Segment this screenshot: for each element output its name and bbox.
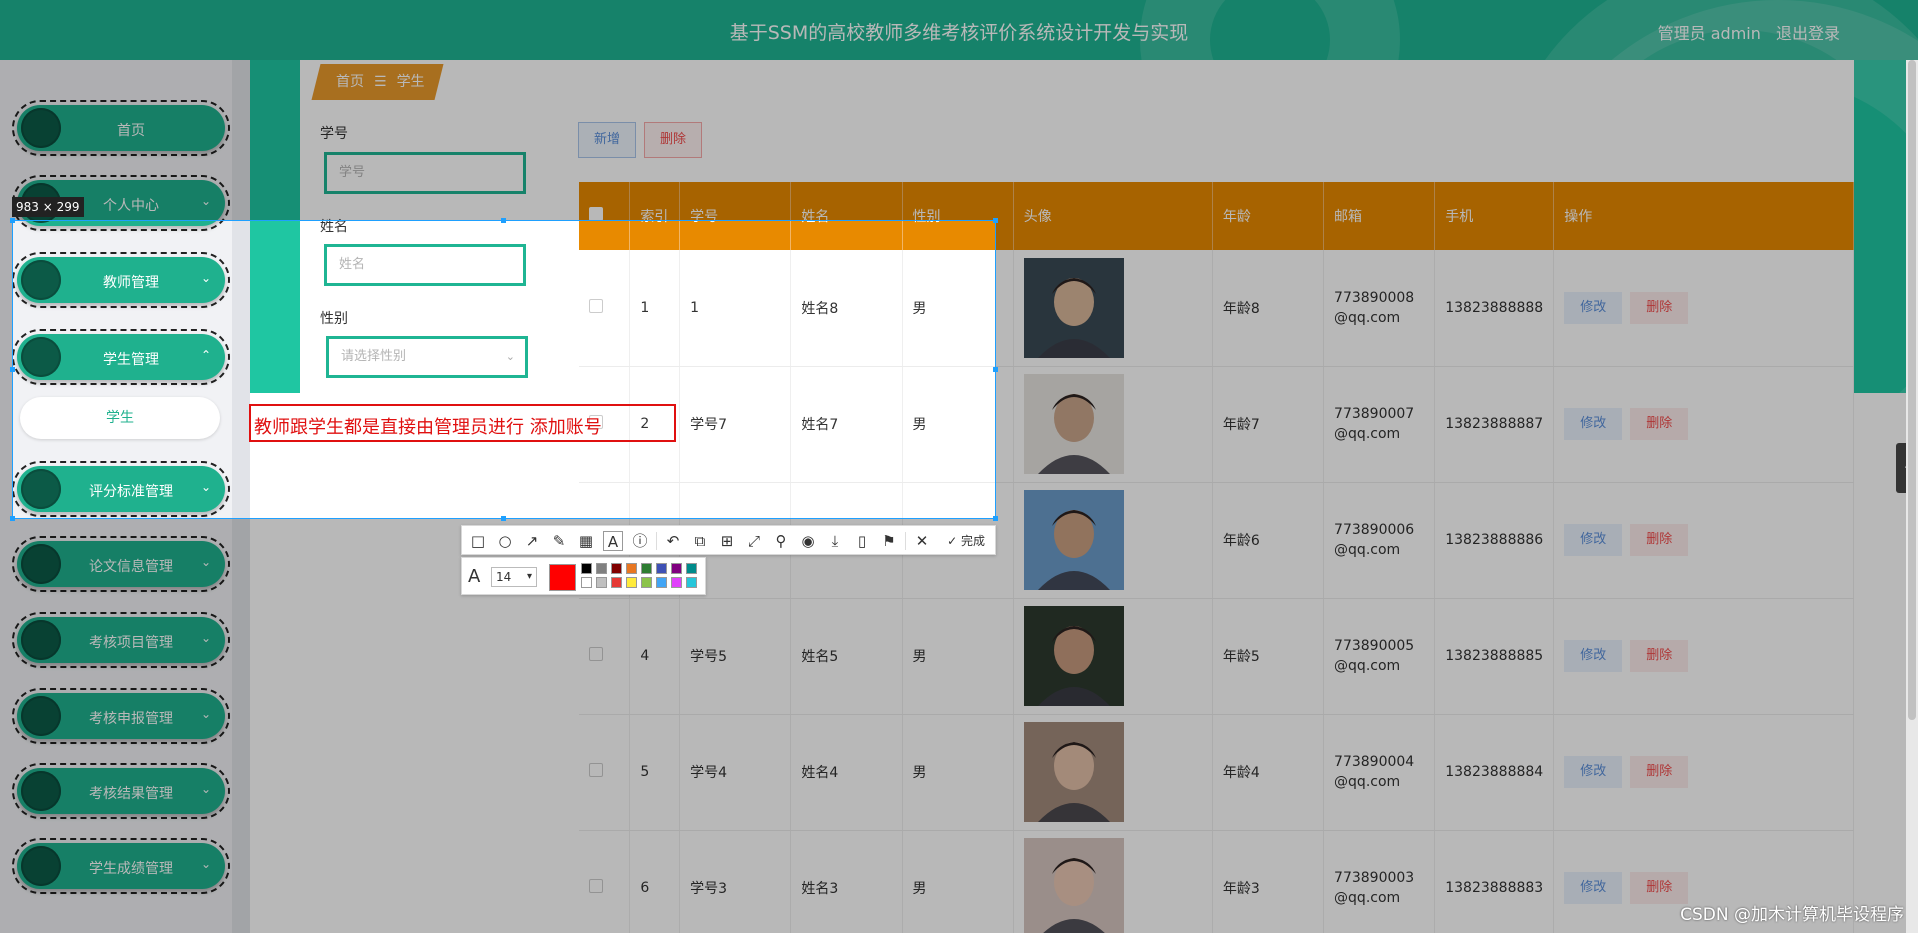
color-swatch[interactable]	[671, 577, 682, 588]
undo-icon[interactable]: ↶	[663, 531, 683, 551]
scrollbar-thumb[interactable]	[1908, 60, 1916, 720]
text-style-bar: A 14 ▾	[461, 557, 706, 595]
resize-handle[interactable]	[501, 516, 506, 521]
color-swatch[interactable]	[656, 563, 667, 574]
pen-icon[interactable]: ✎	[549, 531, 569, 551]
number-marker-icon[interactable]: ⓘ	[630, 531, 650, 551]
done-label: 完成	[960, 534, 985, 548]
mosaic-icon[interactable]: ▦	[576, 531, 596, 551]
color-swatch[interactable]	[641, 577, 652, 588]
bookmark-icon[interactable]: ⚑	[879, 531, 899, 551]
color-swatch[interactable]	[686, 563, 697, 574]
color-swatch[interactable]	[641, 563, 652, 574]
resize-handle[interactable]	[10, 367, 15, 372]
dim-overlay	[0, 519, 1918, 933]
capture-toolbar: □ ○ ↗ ✎ ▦ A ⓘ ↶ ⧉ ⊞ ⤢ ⚲ ◉ ⤓ ▯ ⚑ ✕ ✓ 完成	[461, 525, 996, 555]
chevron-down-icon: ▾	[526, 571, 532, 582]
color-swatch[interactable]	[686, 577, 697, 588]
current-color-swatch[interactable]	[549, 564, 576, 591]
resize-handle[interactable]	[993, 367, 998, 372]
color-swatch[interactable]	[596, 563, 607, 574]
font-icon: A	[468, 566, 481, 587]
resize-handle[interactable]	[993, 218, 998, 223]
arrow-icon[interactable]: ↗	[522, 531, 542, 551]
dim-overlay	[0, 0, 1918, 220]
color-swatch[interactable]	[626, 563, 637, 574]
check-icon: ✓	[947, 534, 958, 548]
download-icon[interactable]: ⤓	[825, 531, 845, 551]
font-size-value: 14	[496, 570, 512, 584]
resize-handle[interactable]	[10, 218, 15, 223]
close-icon[interactable]: ✕	[912, 531, 932, 551]
color-swatch[interactable]	[626, 577, 637, 588]
color-swatch[interactable]	[581, 563, 592, 574]
phone-icon[interactable]: ▯	[852, 531, 872, 551]
ocr-icon[interactable]: ⊞	[717, 531, 737, 551]
circle-icon[interactable]: ○	[495, 531, 515, 551]
color-swatch[interactable]	[671, 563, 682, 574]
selection-size-label: 983 × 299	[12, 197, 84, 217]
color-swatch[interactable]	[611, 577, 622, 588]
color-swatch[interactable]	[581, 577, 592, 588]
resize-handle[interactable]	[993, 516, 998, 521]
resize-handle[interactable]	[501, 218, 506, 223]
record-icon[interactable]: ◉	[798, 531, 818, 551]
color-swatch[interactable]	[596, 577, 607, 588]
resize-handle[interactable]	[10, 516, 15, 521]
font-size-select[interactable]: 14 ▾	[491, 567, 537, 587]
text-annotation[interactable]: 教师跟学生都是直接由管理员进行 添加账号	[254, 413, 602, 439]
text-tool-icon[interactable]: A	[603, 531, 623, 551]
color-swatch[interactable]	[611, 563, 622, 574]
watermark: CSDN @加木计算机毕设程序	[1680, 905, 1904, 925]
text-annotation-box[interactable]: 教师跟学生都是直接由管理员进行 添加账号	[249, 404, 676, 442]
rectangle-icon[interactable]: □	[468, 531, 488, 551]
dim-overlay	[996, 220, 1918, 519]
pin-icon[interactable]: ⚲	[771, 531, 791, 551]
done-button[interactable]: ✓ 完成	[947, 532, 985, 549]
scrollbar[interactable]	[1906, 60, 1918, 933]
long-screenshot-icon[interactable]: ⤢	[744, 531, 764, 551]
crop-icon[interactable]: ⧉	[690, 531, 710, 551]
color-swatch[interactable]	[656, 577, 667, 588]
selection-frame[interactable]	[10, 218, 998, 521]
